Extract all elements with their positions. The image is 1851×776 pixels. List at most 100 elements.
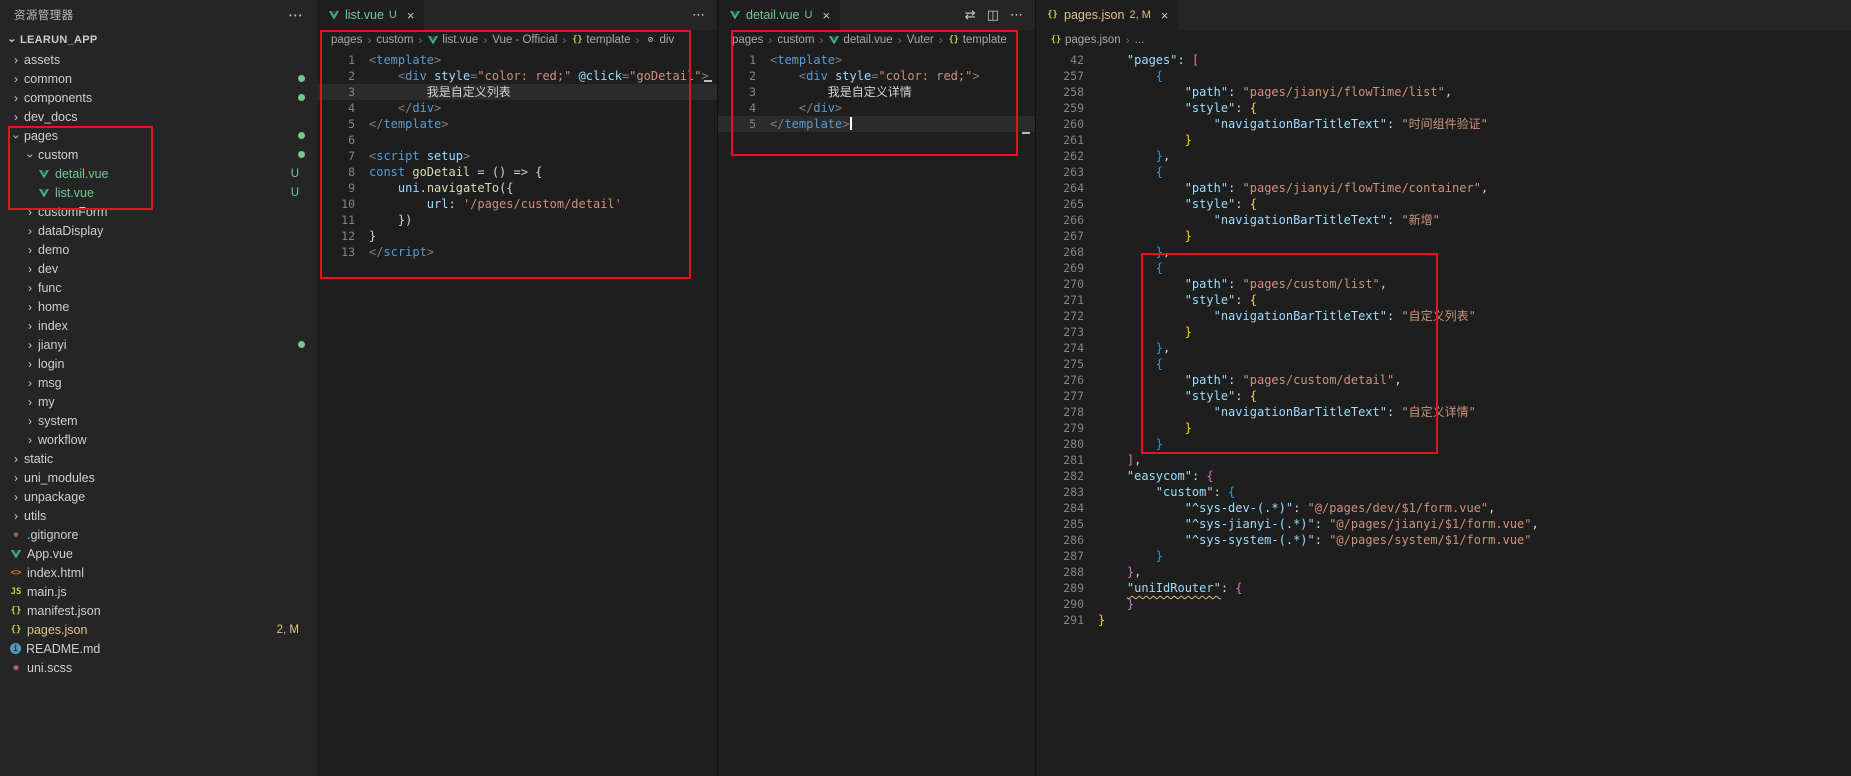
line-number: 270 <box>1036 276 1084 292</box>
tree-item-detail.vue[interactable]: detail.vueU <box>0 164 317 183</box>
line-number: 282 <box>1036 468 1084 484</box>
tree-item-home[interactable]: home <box>0 297 317 316</box>
code-token: "navigationBarTitleText" <box>1214 117 1387 131</box>
tree-item-func[interactable]: func <box>0 278 317 297</box>
tree-item-.gitignore[interactable]: ◆.gitignore <box>0 525 317 544</box>
tree-item-App.vue[interactable]: App.vue <box>0 544 317 563</box>
code-token <box>1098 485 1156 499</box>
more-icon[interactable]: ⋯ <box>692 7 705 23</box>
close-icon[interactable]: × <box>1161 8 1169 23</box>
tree-item-dev_docs[interactable]: dev_docs <box>0 107 317 126</box>
breadcrumb-detail.vue[interactable]: detail.vue <box>828 34 892 46</box>
tree-item-demo[interactable]: demo <box>0 240 317 259</box>
tab-bar: detail.vueU× ⇄ ◫ ⋯ <box>718 0 1035 30</box>
code-token: } <box>1156 549 1163 563</box>
tree-item-dev[interactable]: dev <box>0 259 317 278</box>
code-token <box>1098 373 1185 387</box>
breadcrumb-template[interactable]: {}template <box>948 34 1007 46</box>
layout-icon[interactable]: ◫ <box>987 7 999 23</box>
code-line: 289 "uniIdRouter": { <box>1036 580 1851 596</box>
tab-pages.json[interactable]: {}pages.json2, M× <box>1036 0 1179 30</box>
tree-item-system[interactable]: system <box>0 411 317 430</box>
code-token <box>420 149 427 163</box>
code-line: 2 <div style="color: red;" @click="goDet… <box>317 68 717 84</box>
editor-group-list-vue[interactable]: list.vueU×⋯pages›custom›list.vue›Vue - O… <box>317 0 717 776</box>
breadcrumb-Vuter[interactable]: Vuter <box>907 34 934 46</box>
code-line-text: "path": "pages/jianyi/flowTime/container… <box>1098 180 1488 196</box>
tab-detail.vue[interactable]: detail.vueU× <box>718 0 841 30</box>
tree-item-dataDisplay[interactable]: dataDisplay <box>0 221 317 240</box>
breadcrumb-custom[interactable]: custom <box>376 34 413 46</box>
tree-item-workflow[interactable]: workflow <box>0 430 317 449</box>
tree-item-static[interactable]: static <box>0 449 317 468</box>
explorer-root-folder[interactable]: LEARUN_APP <box>0 30 317 50</box>
more-actions-icon[interactable]: ⋯ <box>288 6 303 24</box>
breadcrumb-pages[interactable]: pages <box>331 34 362 46</box>
tree-item-utils[interactable]: utils <box>0 506 317 525</box>
modified-dot-indicator <box>298 132 305 139</box>
tree-item-custom[interactable]: custom <box>0 145 317 164</box>
tree-item-uni_modules[interactable]: uni_modules <box>0 468 317 487</box>
breadcrumb-Vue - Official[interactable]: Vue - Official <box>492 34 557 46</box>
code-token: { <box>1156 261 1163 275</box>
editor-group-detail-vue[interactable]: detail.vueU×⇄◫⋯pages›custom›detail.vue›V… <box>717 0 1035 776</box>
tree-item-jianyi[interactable]: jianyi <box>0 335 317 354</box>
tree-item-index.html[interactable]: <>index.html <box>0 563 317 582</box>
breadcrumb-div[interactable]: ⊘div <box>645 34 675 46</box>
modified-dot-indicator <box>298 341 305 348</box>
tree-item-label: components <box>24 91 92 105</box>
tree-item-pages.json[interactable]: {}pages.json2, M <box>0 620 317 639</box>
breadcrumb-template[interactable]: {}template <box>571 34 630 46</box>
tree-item-list.vue[interactable]: list.vueU <box>0 183 317 202</box>
tab-dirty-badge: U <box>389 9 397 21</box>
code-editor[interactable]: 1<template>2 <div style="color: red;">3 … <box>718 50 1035 132</box>
code-token: , <box>1488 501 1495 515</box>
tree-item-customForm[interactable]: customForm <box>0 202 317 221</box>
breadcrumb-list.vue[interactable]: list.vue <box>427 34 478 46</box>
tree-item-label: jianyi <box>38 338 67 352</box>
code-token: > <box>835 53 842 67</box>
code-token: </ <box>770 117 784 131</box>
close-icon[interactable]: × <box>822 8 830 23</box>
tree-item-pages[interactable]: pages <box>0 126 317 145</box>
breadcrumb-custom[interactable]: custom <box>777 34 814 46</box>
code-token: , <box>1134 565 1141 579</box>
breadcrumb-...[interactable]: ... <box>1135 34 1145 46</box>
breadcrumb-pages[interactable]: pages <box>732 34 763 46</box>
code-token: > <box>434 101 441 115</box>
code-editor[interactable]: 42 "pages": [257 {258 "path": "pages/jia… <box>1036 50 1851 628</box>
close-icon[interactable]: × <box>407 8 415 23</box>
more-icon[interactable]: ⋯ <box>1010 7 1023 23</box>
tree-item-unpackage[interactable]: unpackage <box>0 487 317 506</box>
compare-icon[interactable]: ⇄ <box>965 7 976 23</box>
code-editor[interactable]: 1<template>2 <div style="color: red;" @c… <box>317 50 717 260</box>
tree-item-README.md[interactable]: iREADME.md <box>0 639 317 658</box>
tree-item-main.js[interactable]: JSmain.js <box>0 582 317 601</box>
tree-item-common[interactable]: common <box>0 69 317 88</box>
line-number: 275 <box>1036 356 1084 372</box>
tree-item-assets[interactable]: assets <box>0 50 317 69</box>
code-line-text: }, <box>1098 564 1141 580</box>
code-line: 280 } <box>1036 436 1851 452</box>
tree-item-components[interactable]: components <box>0 88 317 107</box>
tree-item-index[interactable]: index <box>0 316 317 335</box>
editor-group-pages-json[interactable]: {}pages.json2, M× {}pages.json ›... 42 "pag… <box>1035 0 1851 776</box>
code-line-text: "style": { <box>1098 388 1257 404</box>
code-token <box>1098 325 1185 339</box>
tree-item-my[interactable]: my <box>0 392 317 411</box>
tree-item-label: uni_modules <box>24 471 95 485</box>
chevron-right-icon <box>22 281 38 295</box>
tree-item-uni.scss[interactable]: ◉uni.scss <box>0 658 317 677</box>
html-icon: <> <box>8 565 24 581</box>
code-line-text: "custom": { <box>1098 484 1235 500</box>
breadcrumb-separator: › <box>1126 33 1130 47</box>
breadcrumb-label: Vuter <box>907 34 934 46</box>
tab-list.vue[interactable]: list.vueU× <box>317 0 425 30</box>
braces-icon: {} <box>948 34 960 46</box>
breadcrumb-pages.json[interactable]: {}pages.json <box>1050 34 1121 46</box>
tree-item-msg[interactable]: msg <box>0 373 317 392</box>
tree-item-manifest.json[interactable]: {}manifest.json <box>0 601 317 620</box>
tree-item-login[interactable]: login <box>0 354 317 373</box>
code-token <box>1098 517 1185 531</box>
code-token: "navigationBarTitleText" <box>1214 405 1387 419</box>
